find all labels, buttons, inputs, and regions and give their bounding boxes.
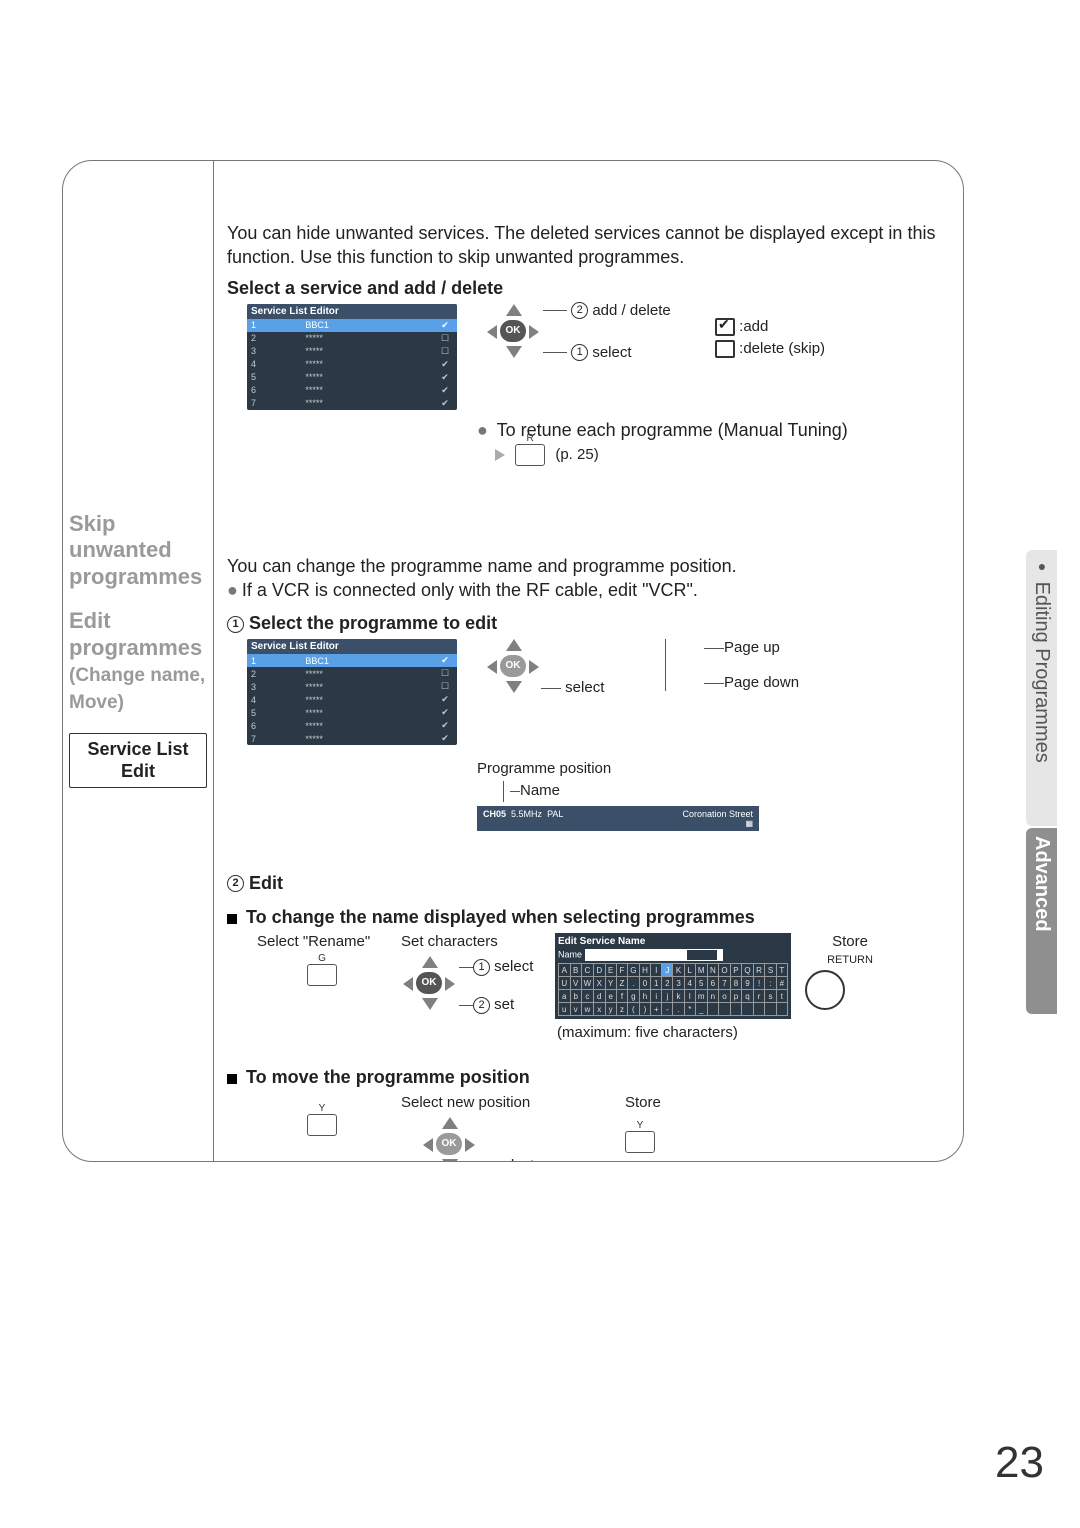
retune-page: (p. 25) (555, 446, 598, 463)
right-column: You can hide unwanted services. The dele… (223, 161, 955, 1161)
content-frame: Skip unwanted programmes Edit programmes… (62, 160, 964, 1162)
return-button-icon (805, 970, 845, 1010)
green-button-icon (307, 964, 337, 986)
tab-section-label: Editing Programmes (1031, 582, 1053, 763)
step2-heading: Edit (249, 873, 283, 893)
set-characters-label: Set characters (401, 933, 541, 950)
step1-heading: Select the programme to edit (249, 613, 497, 633)
tab-group: Advanced (1026, 828, 1057, 1014)
ok-button-icon: OK (500, 320, 526, 342)
step-2-icon: 2 (227, 875, 244, 892)
bullet-icon: ● (1034, 558, 1050, 574)
nav-pad-icon: OK (491, 304, 535, 358)
label-add-delete: add / delete (592, 302, 670, 319)
square-bullet-icon (227, 914, 237, 924)
tab-section: ● Editing Programmes (1026, 550, 1057, 826)
programme-info-callout: Programme position Name CH05 5.5MHz PAL … (477, 759, 951, 831)
osd-table: 1BBC1✔ 2*****☐ 3*****☐ 4*****✔ 5*****✔ 6… (247, 319, 457, 410)
left-title-edit: Edit programmes (Change name, Move) (69, 608, 207, 714)
arrow-right-icon (495, 449, 505, 461)
max-chars-note: (maximum: five characters) (557, 1023, 951, 1043)
nav-pad-icon: OK (427, 1117, 471, 1162)
service-list-editor-osd: Service List Editor 1BBC1✔ 2*****☐ 3****… (247, 304, 457, 410)
step-1-icon: 1 (227, 616, 244, 633)
checkbox-empty-icon (715, 340, 735, 358)
tab-group-label: Advanced (1031, 836, 1053, 932)
left-column: Skip unwanted programmes Edit programmes… (63, 161, 213, 1161)
programme-info-bar: CH05 5.5MHz PAL Coronation Street ▦ (477, 806, 759, 831)
skip-intro: You can hide unwanted services. The dele… (227, 221, 951, 270)
page-number: 23 (995, 1438, 1044, 1488)
label-select: select (592, 344, 631, 361)
rename-select-label: Select "Rename" (257, 933, 387, 950)
legend: :add :delete (skip) (715, 318, 825, 358)
osd-title: Service List Editor (247, 304, 457, 319)
bullet-icon: ● (477, 420, 488, 440)
square-bullet-icon (227, 1074, 237, 1084)
side-tabs: ● Editing Programmes Advanced (1026, 550, 1056, 1014)
return-label: RETURN (805, 954, 895, 966)
skip-heading: Select a service and add / delete (227, 276, 951, 300)
label-select: select (565, 679, 604, 696)
store-label: Store (805, 933, 895, 950)
edit-intro2: ●If a VCR is connected only with the RF … (227, 578, 951, 602)
checkbox-checked-icon (715, 318, 735, 336)
select-new-position-label: Select new position (401, 1094, 611, 1111)
step-1-icon: 1 (571, 344, 588, 361)
nav-pad-icon: OK (491, 639, 535, 693)
rename-heading: To change the name displayed when select… (246, 907, 755, 927)
bullet-icon: ● (227, 580, 238, 600)
nav-pad-icon: OK (407, 956, 451, 1010)
left-title-skip: Skip unwanted programmes (69, 511, 207, 590)
section-edit: You can change the programme name and pr… (223, 546, 955, 1162)
edit-service-name-osd: Edit Service Name Name ABCDEFGHIJKLMNOPQ… (555, 933, 791, 1019)
store-label-2: Store (625, 1094, 725, 1111)
service-list-edit-box: Service List Edit (69, 733, 207, 788)
step-2-icon: 2 (571, 302, 588, 319)
service-list-editor-osd-2: Service List Editor 1BBC1✔ 2*****☐ 3****… (247, 639, 457, 745)
edit-intro1: You can change the programme name and pr… (227, 554, 951, 578)
divider (213, 161, 214, 1161)
page-legend: Page up Page down (665, 639, 799, 691)
section-skip: You can hide unwanted services. The dele… (223, 161, 955, 476)
red-button-icon (515, 444, 545, 466)
move-heading: To move the programme position (246, 1067, 530, 1087)
retune-text: To retune each programme (Manual Tuning) (497, 420, 848, 440)
yellow-button-icon (307, 1114, 337, 1136)
yellow-button-icon (625, 1131, 655, 1153)
